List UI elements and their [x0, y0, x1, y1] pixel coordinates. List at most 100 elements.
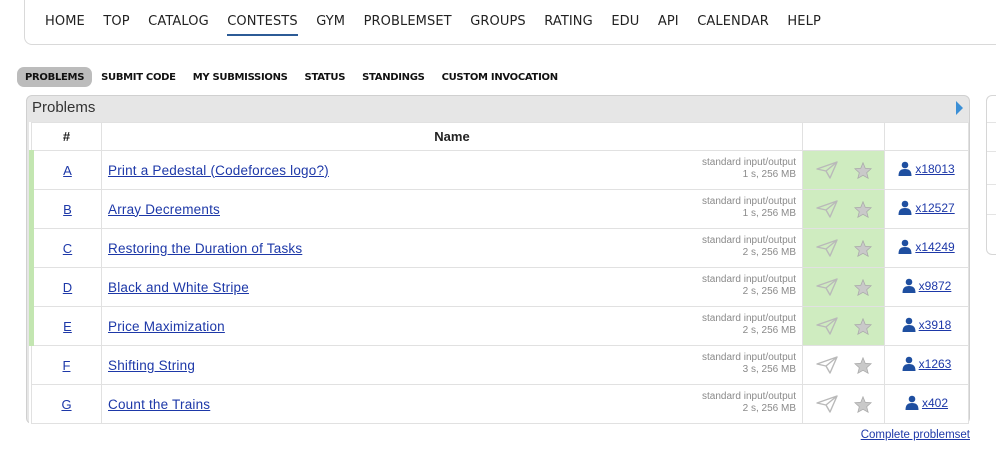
- solved-count-link[interactable]: x9872: [902, 278, 952, 293]
- problem-time-memory: 3 s, 256 MB: [742, 364, 796, 375]
- user-icon: [902, 356, 916, 371]
- problem-io: standard input/output: [702, 157, 796, 168]
- problem-name-cell: Count the Trains standard input/output 2 s…: [101, 384, 803, 424]
- problem-solved-cell: x18013: [884, 150, 969, 190]
- problem-name-cell: Black and White Stripe standard input/out…: [101, 267, 803, 307]
- problem-id-link[interactable]: G: [61, 397, 71, 412]
- star-icon[interactable]: [853, 356, 872, 374]
- complete-problemset-link[interactable]: Complete problemset: [861, 429, 970, 441]
- nav-item-edu[interactable]: EDU: [611, 14, 639, 36]
- problem-name-cell: Shifting String standard input/output 3 s,…: [101, 345, 803, 385]
- problem-row: B Array Decrements standard input/output 1 …: [29, 189, 969, 229]
- nav-item-groups[interactable]: GROUPS: [470, 14, 526, 36]
- paper-plane-icon[interactable]: [815, 278, 838, 296]
- problem-limits: standard input/output 3 s, 256 MB: [702, 352, 796, 376]
- problem-io: standard input/output: [702, 313, 796, 324]
- problem-row: E Price Maximization standard input/output…: [29, 306, 969, 346]
- problem-time-memory: 1 s, 256 MB: [742, 169, 796, 180]
- solved-count: x3918: [918, 317, 952, 332]
- nav-item-api[interactable]: API: [658, 14, 679, 36]
- problem-id-cell: E: [29, 306, 102, 346]
- paper-plane-icon[interactable]: [815, 239, 838, 257]
- problem-name-cell: Array Decrements standard input/output 1 s…: [101, 189, 803, 229]
- nav-item-contests[interactable]: CONTESTS: [227, 14, 298, 36]
- arrow-right-icon[interactable]: [956, 101, 963, 115]
- problem-name-link[interactable]: Array Decrements: [108, 202, 220, 217]
- solved-count-link[interactable]: x14249: [898, 239, 955, 254]
- problem-actions-cell: [802, 267, 885, 307]
- submenu-submit-code[interactable]: SUBMIT CODE: [93, 67, 184, 87]
- star-icon[interactable]: [853, 317, 872, 335]
- problem-io: standard input/output: [702, 196, 796, 207]
- problem-id-link[interactable]: E: [63, 319, 72, 334]
- paper-plane-icon[interactable]: [815, 356, 838, 374]
- user-icon: [898, 239, 912, 254]
- user-icon: [902, 278, 916, 293]
- submenu-custom-invocation[interactable]: CUSTOM INVOCATION: [434, 67, 566, 87]
- problem-time-memory: 2 s, 256 MB: [742, 247, 796, 258]
- submenu-problems[interactable]: PROBLEMS: [17, 67, 93, 87]
- solved-count-link[interactable]: x1263: [902, 356, 951, 371]
- problem-name-link[interactable]: Black and White Stripe: [108, 280, 249, 295]
- problem-limits: standard input/output 1 s, 256 MB: [702, 196, 796, 220]
- nav-item-gym[interactable]: GYM: [316, 14, 345, 36]
- submenu-standings[interactable]: STANDINGS: [354, 67, 432, 87]
- submenu-status[interactable]: STATUS: [297, 67, 354, 87]
- problem-id-link[interactable]: B: [63, 202, 72, 217]
- problem-name-link[interactable]: Shifting String: [108, 358, 195, 373]
- top-navigation: HOME TOP CATALOG CONTESTS GYM PROBLEMSET GROUP…: [24, 0, 996, 45]
- problem-time-memory: 1 s, 256 MB: [742, 208, 796, 219]
- column-header-solved: [884, 122, 969, 151]
- problem-row: C Restoring the Duration of Tasks standard…: [29, 228, 969, 268]
- star-icon[interactable]: [853, 239, 872, 257]
- nav-item-rating[interactable]: RATING: [544, 14, 593, 36]
- solved-count: x402: [921, 395, 949, 410]
- problem-name-link[interactable]: Count the Trains: [108, 397, 210, 412]
- paper-plane-icon[interactable]: [815, 317, 838, 335]
- problem-name-link[interactable]: Print a Pedestal (Codeforces logo?): [108, 163, 329, 178]
- solved-count-link[interactable]: x18013: [898, 161, 955, 176]
- nav-item-home[interactable]: HOME: [45, 14, 85, 36]
- problem-actions-cell: [802, 306, 885, 346]
- star-icon[interactable]: [853, 395, 872, 413]
- problem-id-link[interactable]: F: [63, 358, 71, 373]
- solved-count: x9872: [918, 278, 952, 293]
- nav-item-problemset[interactable]: PROBLEMSET: [364, 14, 452, 36]
- solved-count-link[interactable]: x3918: [902, 317, 952, 332]
- star-icon[interactable]: [853, 278, 872, 296]
- problem-name-link[interactable]: Price Maximization: [108, 319, 225, 334]
- problem-time-memory: 2 s, 256 MB: [742, 286, 796, 297]
- paper-plane-icon[interactable]: [815, 161, 838, 179]
- problem-actions-cell: [802, 189, 885, 229]
- problem-id-link[interactable]: C: [63, 241, 72, 256]
- problem-solved-cell: x402: [884, 384, 969, 424]
- problem-name-link[interactable]: Restoring the Duration of Tasks: [108, 241, 302, 256]
- paper-plane-icon[interactable]: [815, 395, 838, 413]
- user-icon: [898, 161, 912, 176]
- user-icon: [902, 317, 916, 332]
- problem-limits: standard input/output 1 s, 256 MB: [702, 157, 796, 181]
- solved-count: x12527: [915, 200, 955, 215]
- paper-plane-icon[interactable]: [815, 200, 838, 218]
- problem-io: standard input/output: [702, 274, 796, 285]
- sidebar-edge: [986, 95, 996, 255]
- star-icon[interactable]: [853, 161, 872, 179]
- problem-id-cell: C: [29, 228, 102, 268]
- problem-id-cell: G: [31, 384, 102, 424]
- problem-io: standard input/output: [702, 352, 796, 363]
- nav-item-catalog[interactable]: CATALOG: [148, 14, 209, 36]
- problem-solved-cell: x1263: [884, 345, 969, 385]
- solved-count-link[interactable]: x402: [905, 395, 948, 410]
- problems-box-title: Problems: [32, 99, 96, 116]
- problem-id-link[interactable]: A: [63, 163, 72, 178]
- star-icon[interactable]: [853, 200, 872, 218]
- problem-id-link[interactable]: D: [63, 280, 72, 295]
- problem-row: D Black and White Stripe standard input/ou…: [29, 267, 969, 307]
- submenu-my-submissions[interactable]: MY SUBMISSIONS: [185, 67, 296, 87]
- nav-item-top[interactable]: TOP: [103, 14, 129, 36]
- problem-id-cell: A: [29, 150, 102, 190]
- nav-item-calendar[interactable]: CALENDAR: [697, 14, 769, 36]
- problem-io: standard input/output: [702, 391, 796, 402]
- nav-item-help[interactable]: HELP: [787, 14, 820, 36]
- solved-count-link[interactable]: x12527: [898, 200, 955, 215]
